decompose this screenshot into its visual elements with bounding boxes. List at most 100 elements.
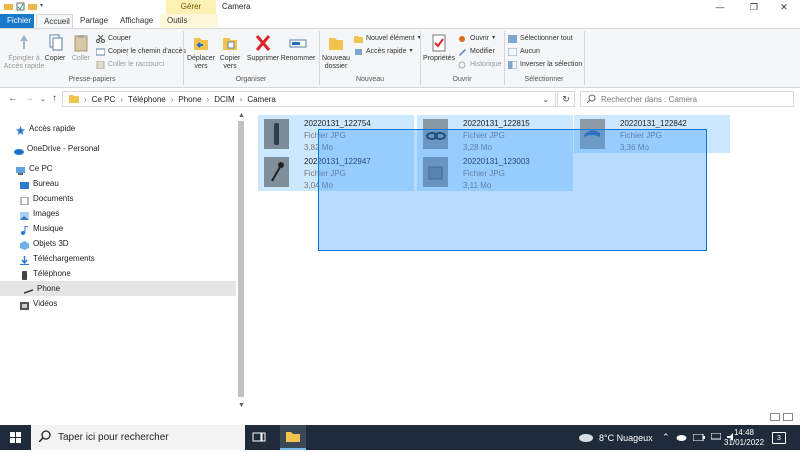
- select-all-button[interactable]: Sélectionner tout: [508, 34, 573, 43]
- easy-access-icon: [354, 48, 363, 56]
- cloud-icon: [14, 145, 24, 155]
- nav-item-telephone[interactable]: Téléphone: [0, 266, 236, 281]
- customize-qat-icon[interactable]: ▾: [40, 2, 49, 11]
- history-button[interactable]: Historique: [458, 60, 502, 69]
- clock[interactable]: 14:48 31/01/2022: [724, 428, 764, 448]
- show-hidden-icons-icon[interactable]: ⌃: [662, 432, 670, 443]
- scroll-down-icon[interactable]: ▼: [236, 402, 247, 409]
- quick-access-toolbar: ▾: [4, 2, 49, 11]
- nav-item-desktop[interactable]: Bureau: [0, 176, 236, 191]
- group-label-clipboard: Presse-papiers: [68, 76, 116, 83]
- recent-locations-chevron-icon[interactable]: ⌄: [40, 95, 46, 103]
- images-icon: [20, 210, 29, 220]
- nav-scrollbar[interactable]: ▲ ▼: [236, 112, 247, 412]
- photo-thumbnail-icon: [264, 119, 289, 149]
- forward-arrow-icon[interactable]: →: [24, 93, 34, 104]
- taskbar-file-explorer[interactable]: [280, 425, 306, 450]
- nav-item-documents[interactable]: Documents: [0, 191, 236, 206]
- tab-home[interactable]: Accueil: [36, 14, 73, 28]
- up-arrow-icon[interactable]: ↑: [52, 93, 57, 104]
- properties-icon: [429, 33, 449, 53]
- open-button[interactable]: Ouvrir ▾: [458, 34, 495, 43]
- crumb-this-pc[interactable]: Ce PC: [92, 95, 116, 104]
- tab-share[interactable]: Partage: [73, 14, 115, 28]
- new-folder-icon[interactable]: [28, 2, 37, 11]
- nav-item-quick-access[interactable]: Accès rapide: [0, 121, 236, 136]
- navigation-pane: Accès rapide OneDrive - Personal Ce PC B…: [0, 112, 236, 412]
- pin-quick-access-button[interactable]: Épingler à Accès rapide: [2, 33, 46, 71]
- invert-selection-icon: [508, 60, 518, 69]
- ribbon: Épingler à Accès rapide Copier Coller Co…: [0, 28, 800, 88]
- clock-time: 14:48: [733, 428, 755, 437]
- nav-item-3d-objects[interactable]: Objets 3D: [0, 236, 236, 251]
- task-view-icon[interactable]: [252, 431, 266, 443]
- crumb-camera[interactable]: Camera: [247, 95, 275, 104]
- close-button[interactable]: ✕: [768, 0, 800, 14]
- properties-button[interactable]: Propriétés: [422, 33, 456, 63]
- rename-button[interactable]: Renommer: [280, 33, 316, 63]
- copy-to-icon: [220, 33, 240, 53]
- paste-shortcut-button[interactable]: Coller le raccourci: [96, 60, 164, 69]
- weather-widget[interactable]: 8°C Nuageux: [578, 425, 653, 450]
- folder-icon: [69, 94, 79, 105]
- crumb-dcim[interactable]: DCIM: [214, 95, 234, 104]
- crumb-phone[interactable]: Phone: [178, 95, 201, 104]
- delete-x-icon: [253, 33, 273, 53]
- new-folder-button[interactable]: Nouveau dossier: [320, 33, 352, 71]
- large-icons-view-icon[interactable]: [783, 413, 793, 421]
- weather-text: 8°C Nuageux: [599, 432, 653, 443]
- scroll-thumb[interactable]: [238, 121, 244, 397]
- new-item-button[interactable]: Nouvel élément▾: [354, 34, 421, 43]
- refresh-button[interactable]: ↻: [557, 91, 575, 107]
- delete-button[interactable]: Supprimer: [244, 33, 282, 63]
- notification-center-button[interactable]: 3: [772, 425, 786, 450]
- nav-item-this-pc[interactable]: Ce PC: [0, 161, 236, 176]
- address-dropdown-icon[interactable]: ⌄: [542, 95, 549, 104]
- copy-button[interactable]: Copier: [44, 33, 66, 63]
- cut-button[interactable]: Couper: [96, 34, 131, 43]
- nav-item-music[interactable]: Musique: [0, 221, 236, 236]
- details-view-icon[interactable]: [770, 413, 780, 421]
- nav-item-videos[interactable]: Vidéos: [0, 296, 236, 311]
- windows-logo-icon: [10, 432, 21, 443]
- pin-icon: [14, 33, 34, 53]
- select-none-button[interactable]: Aucun: [507, 47, 540, 56]
- crumb-telephone[interactable]: Téléphone: [128, 95, 166, 104]
- clock-date: 31/01/2022: [724, 438, 765, 447]
- nav-item-phone[interactable]: Phone: [0, 281, 236, 296]
- network-icon[interactable]: [710, 432, 722, 443]
- folder-icon[interactable]: [4, 2, 13, 11]
- scissors-icon: [96, 34, 105, 43]
- battery-icon[interactable]: [692, 433, 705, 443]
- properties-icon[interactable]: [16, 2, 25, 11]
- nav-item-onedrive[interactable]: OneDrive - Personal: [0, 141, 236, 156]
- search-placeholder: Rechercher dans : Camera: [601, 94, 698, 104]
- paste-button[interactable]: Coller: [70, 33, 92, 63]
- minimize-button[interactable]: —: [704, 0, 736, 14]
- scroll-up-icon[interactable]: ▲: [236, 112, 247, 119]
- back-arrow-icon[interactable]: ←: [8, 93, 18, 104]
- breadcrumb[interactable]: › Ce PC › Téléphone › Phone › DCIM › Cam…: [62, 91, 556, 107]
- onedrive-tray-icon[interactable]: [676, 433, 687, 443]
- edit-button[interactable]: Modifier: [458, 47, 495, 56]
- tab-view[interactable]: Affichage: [113, 14, 160, 28]
- start-button[interactable]: [0, 425, 30, 450]
- notification-icon: [772, 431, 786, 444]
- refresh-icon: ↻: [562, 94, 570, 104]
- maximize-button[interactable]: ❐: [738, 0, 770, 14]
- taskbar-search[interactable]: Taper ici pour rechercher: [31, 425, 245, 450]
- nav-item-downloads[interactable]: Téléchargements: [0, 251, 236, 266]
- copy-to-button[interactable]: Copier vers: [216, 33, 244, 71]
- tab-image-tools[interactable]: Outils d'image: [160, 14, 218, 39]
- search-box[interactable]: Rechercher dans : Camera: [580, 91, 794, 107]
- select-none-icon: [507, 47, 518, 56]
- video-icon: [20, 300, 29, 310]
- nav-item-images[interactable]: Images: [0, 206, 236, 221]
- tab-file[interactable]: Fichier: [0, 14, 34, 28]
- copy-path-button[interactable]: Copier le chemin d'accès: [95, 47, 186, 56]
- easy-access-button[interactable]: Accès rapide ▾: [354, 47, 412, 56]
- history-icon: [458, 61, 467, 69]
- ribbon-separator: [420, 31, 421, 85]
- invert-selection-button[interactable]: Inverser la sélection: [508, 60, 582, 69]
- move-to-button[interactable]: Déplacer vers: [186, 33, 216, 71]
